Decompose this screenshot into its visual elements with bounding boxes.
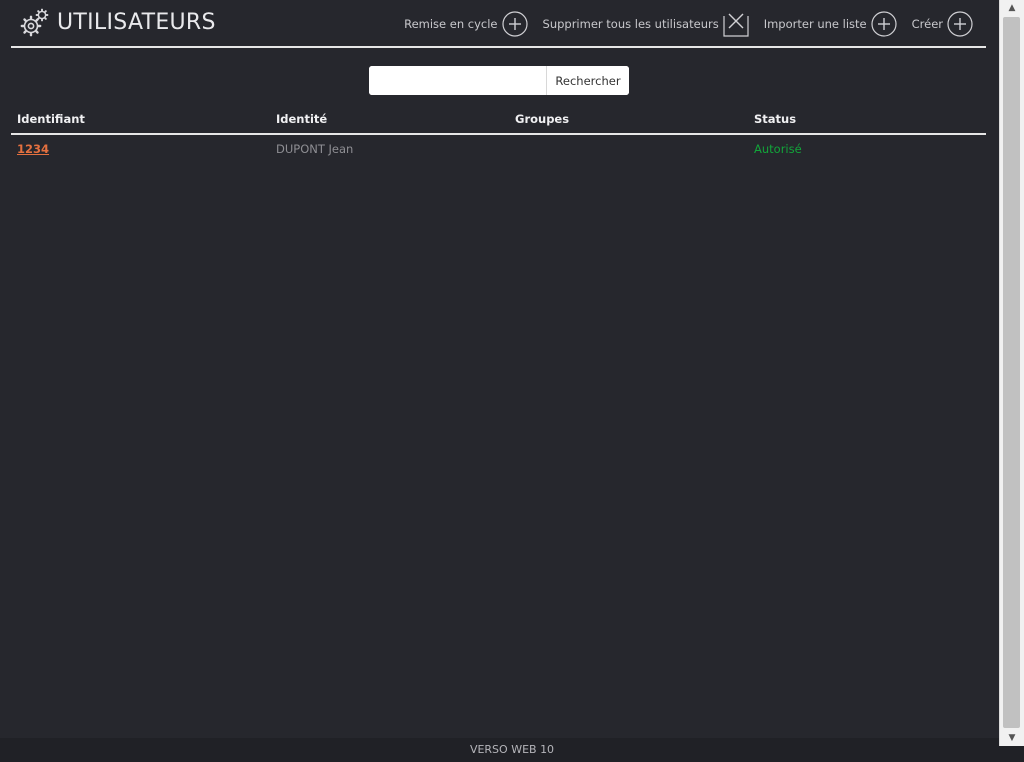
- circle-plus-icon[interactable]: [871, 11, 897, 37]
- users-table: Identifiant Identité Groupes Status 1234…: [11, 108, 986, 163]
- search-bar: Rechercher: [369, 66, 629, 95]
- create-user-button[interactable]: Créer: [912, 11, 973, 37]
- scroll-down-arrow-icon[interactable]: ▼: [1000, 730, 1024, 746]
- reset-cycle-label: Remise en cycle: [404, 17, 498, 31]
- user-id-link[interactable]: 1234: [17, 142, 49, 156]
- delete-all-users-label: Supprimer tous les utilisateurs: [542, 17, 719, 31]
- import-list-button[interactable]: Importer une liste: [764, 11, 897, 37]
- header-actions: Remise en cycle Supprimer tous les utili…: [389, 10, 973, 38]
- circle-plus-icon[interactable]: [501, 11, 528, 37]
- table-row: 1234 DUPONT Jean Autorisé: [11, 135, 986, 163]
- search-input[interactable]: [369, 66, 546, 95]
- delete-all-users-button[interactable]: Supprimer tous les utilisateurs: [543, 11, 749, 37]
- scroll-up-arrow-icon[interactable]: ▲: [1000, 0, 1024, 16]
- gears-icon: [20, 8, 49, 37]
- page: UTILISATEURS Remise en cycle Supprimer t…: [0, 0, 999, 738]
- page-title: UTILISATEURS: [57, 10, 216, 35]
- user-identity: DUPONT Jean: [276, 142, 354, 156]
- box-x-icon[interactable]: [723, 11, 749, 37]
- page-header: UTILISATEURS Remise en cycle Supprimer t…: [11, 0, 986, 48]
- circle-plus-icon[interactable]: [947, 11, 973, 37]
- table-header: Identifiant Identité Groupes Status: [11, 108, 986, 135]
- search-button[interactable]: Rechercher: [546, 66, 629, 95]
- user-status: Autorisé: [754, 142, 802, 156]
- reset-cycle-button[interactable]: Remise en cycle: [404, 11, 528, 37]
- create-user-label: Créer: [911, 17, 943, 31]
- scroll-thumb[interactable]: [1003, 17, 1020, 728]
- column-header-identite: Identité: [276, 112, 328, 126]
- column-header-status: Status: [754, 112, 797, 126]
- footer: VERSO WEB 10: [0, 738, 1024, 762]
- column-header-identifiant: Identifiant: [17, 112, 85, 126]
- import-list-label: Importer une liste: [763, 17, 867, 31]
- vertical-scrollbar[interactable]: ▲ ▼: [999, 0, 1024, 746]
- column-header-groupes: Groupes: [515, 112, 570, 126]
